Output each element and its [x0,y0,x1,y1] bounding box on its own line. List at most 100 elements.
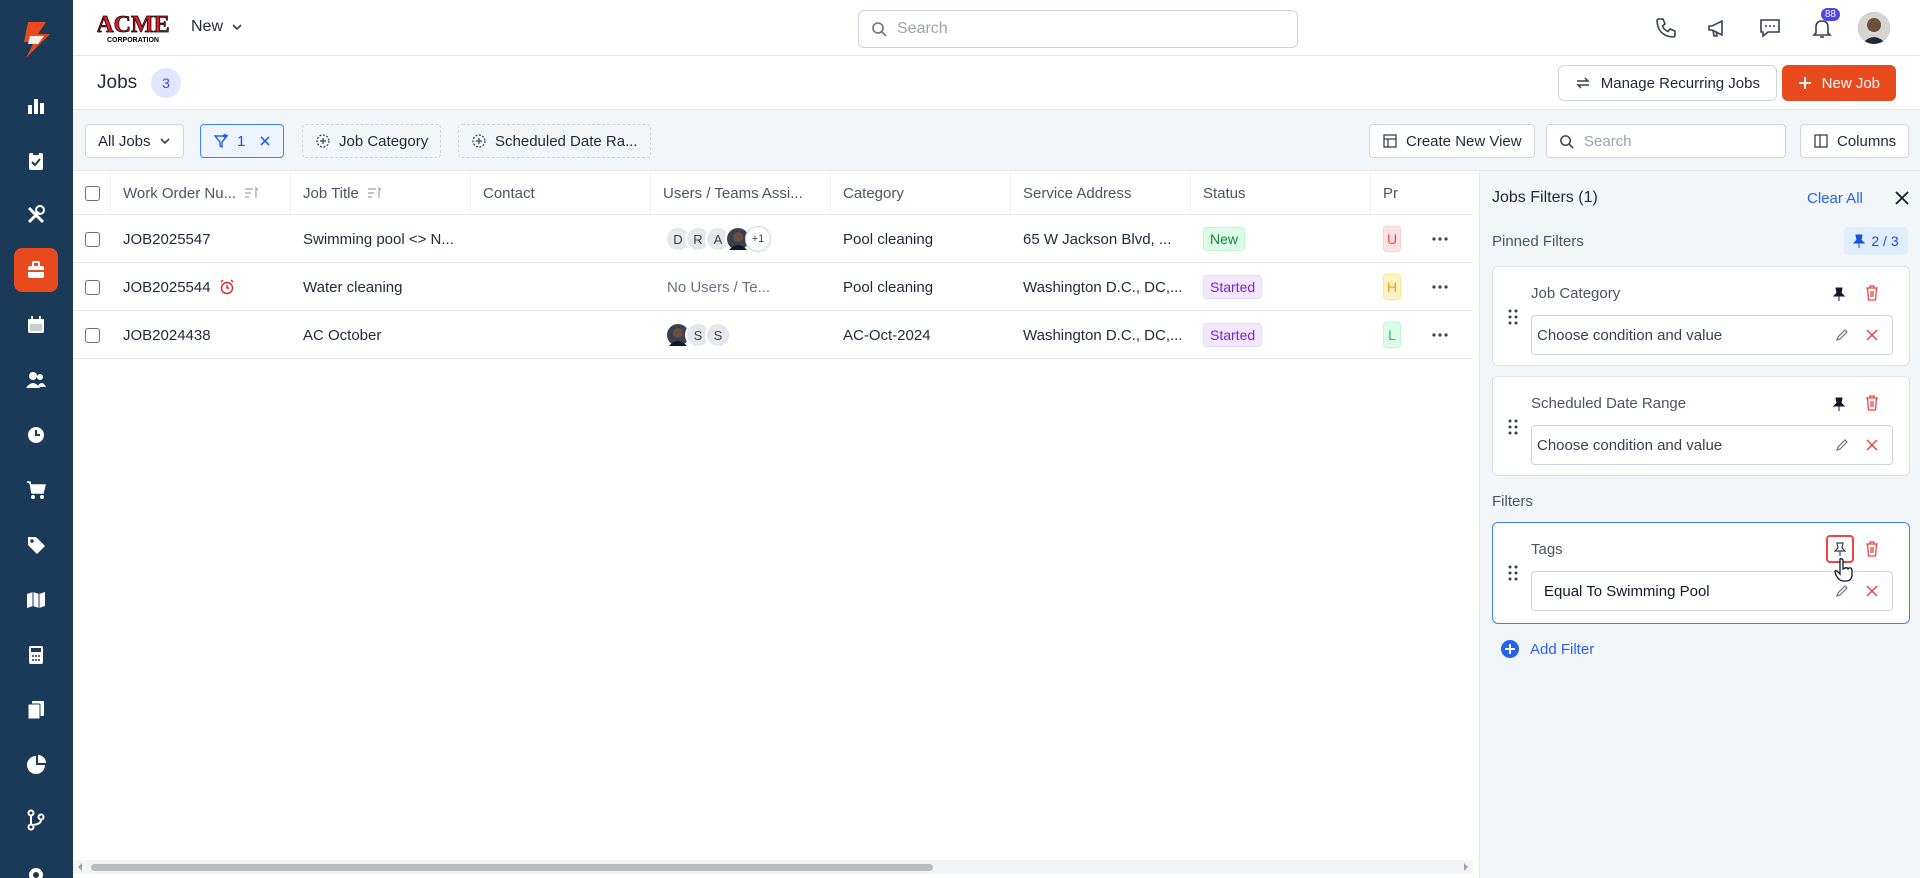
col-status-label: Status [1203,184,1246,202]
calendar-icon[interactable] [14,303,58,347]
cart-icon[interactable] [14,468,58,512]
row-more-actions-icon[interactable] [1429,325,1451,345]
users-cell[interactable]: No Users / Te... [651,263,831,311]
manage-recurring-jobs-button[interactable]: Manage Recurring Jobs [1557,65,1777,101]
scrollbar-thumb[interactable] [91,864,933,871]
work-order-cell[interactable]: JOB2024438 [111,311,291,359]
more-users-chip: +1 [745,226,771,252]
drag-handle-icon[interactable] [1507,564,1519,582]
drag-handle-icon[interactable] [1507,308,1519,326]
view-select-label: All Jobs [98,132,151,150]
add-filter-button[interactable]: Add Filter [1500,639,1594,659]
plus-icon [1798,77,1811,89]
col-category[interactable]: Category [831,171,1011,215]
scroll-right-icon[interactable] [1461,860,1471,874]
close-icon[interactable] [1893,189,1911,207]
filter-name: Tags [1531,541,1563,558]
filters-panel-title: Jobs Filters (1) [1492,189,1598,206]
megaphone-icon[interactable] [1702,12,1734,44]
trash-icon[interactable] [1863,540,1881,558]
sort-icon[interactable] [367,186,383,200]
trash-icon[interactable] [1863,284,1881,302]
scheduled-date-filter-chip[interactable]: Scheduled Date Ra... [458,124,651,158]
clear-all-link[interactable]: Clear All [1807,190,1863,207]
users-icon[interactable] [14,358,58,402]
clear-icon[interactable] [1864,583,1880,599]
new-dropdown[interactable]: New [191,18,243,36]
users-cell[interactable]: S S [651,311,831,359]
workflow-icon[interactable] [14,798,58,842]
col-work-order[interactable]: Work Order Nu... [111,171,291,215]
row-checkbox[interactable] [85,231,100,247]
row-checkbox[interactable] [85,327,100,343]
reports-icon[interactable] [14,84,58,128]
calculator-icon[interactable] [14,633,58,677]
tag-icon[interactable] [14,523,58,567]
new-job-button[interactable]: New Job [1781,65,1896,101]
map-icon[interactable] [14,578,58,622]
pin-icon[interactable] [1828,393,1850,415]
clear-icon[interactable] [1864,437,1880,453]
row-more-actions-icon[interactable] [1429,229,1451,249]
global-search-input[interactable]: Search [858,10,1298,48]
work-order-cell[interactable]: JOB2025547 [111,215,291,263]
row-checkbox[interactable] [85,279,100,295]
active-filter-chip[interactable]: 1 [200,124,285,158]
clear-icon[interactable] [1864,327,1880,343]
scroll-left-icon[interactable] [75,860,85,874]
filter-condition-input[interactable]: Choose condition and value [1531,315,1893,355]
search-icon [872,22,887,37]
col-priority[interactable]: Pr [1371,171,1473,215]
job-title-cell[interactable]: AC October [291,311,471,359]
edit-icon[interactable] [1834,327,1850,343]
table-row[interactable]: JOB2024438 AC October S S AC-Oct-2024 Wa… [73,311,1473,359]
users-cell[interactable]: D R A +1 [651,215,831,263]
col-job-title[interactable]: Job Title [291,171,471,215]
trash-icon[interactable] [1863,394,1881,412]
user-avatar[interactable] [1858,12,1890,44]
drag-handle-icon[interactable] [1507,418,1519,436]
phone-icon[interactable] [1650,12,1682,44]
horizontal-scrollbar[interactable] [73,860,1473,874]
clear-filter-icon[interactable] [259,135,271,147]
create-new-view-button[interactable]: Create New View [1369,124,1535,158]
clock-icon[interactable] [14,413,58,457]
filters-section-label: Filters [1492,493,1533,510]
table-row[interactable]: JOB2025547 Swimming pool <> N... D R A +… [73,215,1473,263]
table-header: Work Order Nu... Job Title Contact Users… [73,171,1473,215]
columns-icon [1814,134,1828,148]
table-search-input[interactable]: Search [1546,124,1786,158]
view-select[interactable]: All Jobs [85,124,184,158]
edit-icon[interactable] [1834,437,1850,453]
col-status[interactable]: Status [1191,171,1371,215]
columns-button[interactable]: Columns [1800,124,1910,158]
notifications-bell[interactable]: 88 [1806,8,1840,44]
app-logo-icon[interactable] [16,18,56,62]
documents-icon[interactable] [14,688,58,732]
work-order-cell[interactable]: JOB2025544 [111,263,291,311]
filter-tags: Tags Equal To Swimming Pool [1492,522,1910,624]
jobs-icon[interactable] [14,248,58,292]
tools-icon[interactable] [14,193,58,237]
chat-icon[interactable] [1754,12,1786,44]
edit-icon[interactable] [1834,583,1850,599]
col-service-address[interactable]: Service Address [1011,171,1191,215]
settings-icon[interactable] [14,853,58,878]
address-cell: Washington D.C., DC,... [1023,278,1183,296]
job-category-filter-chip[interactable]: Job Category [302,124,442,158]
job-title-cell[interactable]: Swimming pool <> N... [291,215,471,263]
col-users[interactable]: Users / Teams Assi... [651,171,831,215]
sort-icon[interactable] [244,186,260,200]
select-all-checkbox[interactable] [85,185,100,201]
pinned-count: 2 / 3 [1871,233,1899,249]
col-contact[interactable]: Contact [471,171,651,215]
pie-chart-icon[interactable] [14,743,58,787]
brand-logo[interactable]: ACME CORPORATION [96,10,170,44]
filter-condition-input[interactable]: Choose condition and value [1531,425,1893,465]
clipboard-icon[interactable] [14,139,58,183]
contact-cell [471,263,651,311]
pin-icon[interactable] [1828,283,1850,305]
row-more-actions-icon[interactable] [1429,277,1451,297]
job-title-cell[interactable]: Water cleaning [291,263,471,311]
table-row[interactable]: JOB2025544 Water cleaning No Users / Te.… [73,263,1473,311]
